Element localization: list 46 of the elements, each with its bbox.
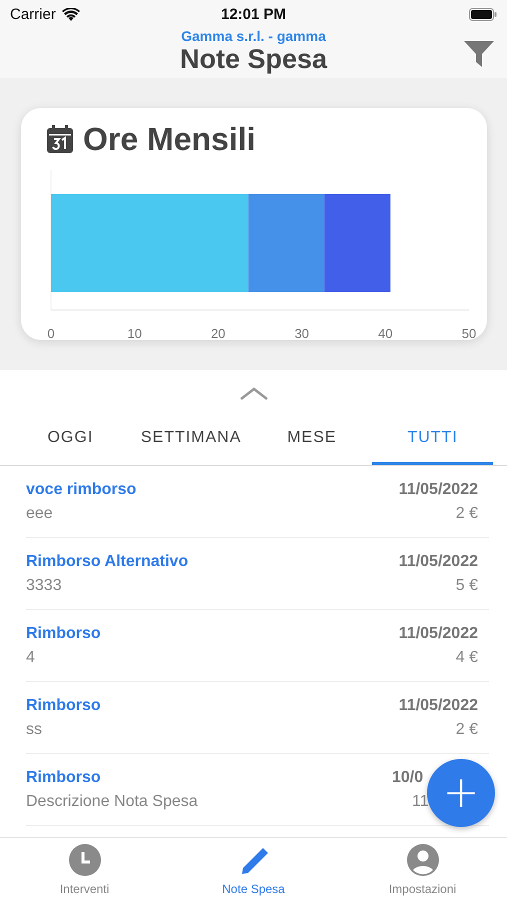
expense-amount: 2 €	[454, 504, 478, 522]
expense-title[interactable]: Rimborso Alternativo	[26, 552, 188, 570]
axis-tick-label: 30	[294, 326, 310, 341]
expense-date: 11/05/2022	[398, 624, 478, 642]
expense-description: eee	[26, 504, 54, 522]
expense-date: 10/0	[392, 768, 424, 786]
tab-bar-item[interactable]: Impostazioni	[338, 838, 507, 900]
expense-date: 11/05/2022	[398, 480, 478, 498]
expense-description: 4	[26, 648, 36, 666]
person-icon	[406, 844, 438, 876]
expense-title[interactable]: Rimborso	[26, 768, 198, 786]
expense-amount: 2 €	[454, 720, 478, 738]
axis-tick-label: 10	[127, 326, 142, 341]
wifi-icon	[62, 8, 80, 20]
calendar-icon	[47, 125, 73, 153]
expense-description: 3333	[26, 576, 63, 594]
expense-amount: 5 €	[454, 576, 478, 594]
expense-amount: 4 €	[454, 648, 478, 666]
filter-tab[interactable]: MESE	[252, 414, 372, 465]
tab-bar-item[interactable]: Interventi	[0, 838, 169, 900]
expense-description: Descrizione Nota Spesa	[26, 792, 198, 810]
expense-title[interactable]: Rimborso	[26, 696, 101, 714]
battery-icon	[469, 8, 497, 20]
axis-tick-label: 0	[47, 326, 55, 341]
add-button[interactable]: +	[427, 759, 495, 827]
expense-title[interactable]: Rimborso	[26, 624, 101, 642]
expense-title[interactable]: voce rimborso	[26, 480, 136, 498]
expense-amount: 11	[412, 792, 429, 810]
filter-icon[interactable]	[463, 40, 495, 68]
status-time: 12:01 PM	[220, 6, 286, 22]
expense-date: 11/05/2022	[398, 696, 478, 714]
company-name: Gamma s.r.l. - gamma	[181, 28, 326, 44]
axis-tick-label: 20	[210, 326, 226, 341]
tab-bar-item[interactable]: Note Spesa	[169, 838, 338, 900]
axis-tick-label: 40	[378, 326, 393, 341]
chart-title: Ore Mensili	[83, 120, 256, 158]
page-title: Note Spesa	[180, 44, 328, 75]
expense-description: ss	[26, 720, 43, 738]
filter-tab[interactable]: SETTIMANA	[130, 414, 252, 465]
filter-tab[interactable]: OGGI	[10, 414, 131, 465]
carrier-name: Carrier	[10, 6, 56, 22]
chevron-up-icon[interactable]	[238, 387, 268, 401]
expense-date: 11/05/2022	[398, 552, 478, 570]
clock-icon	[68, 844, 100, 876]
filter-tab[interactable]: TUTTI	[372, 414, 493, 465]
axis-tick-label: 50	[462, 326, 476, 341]
